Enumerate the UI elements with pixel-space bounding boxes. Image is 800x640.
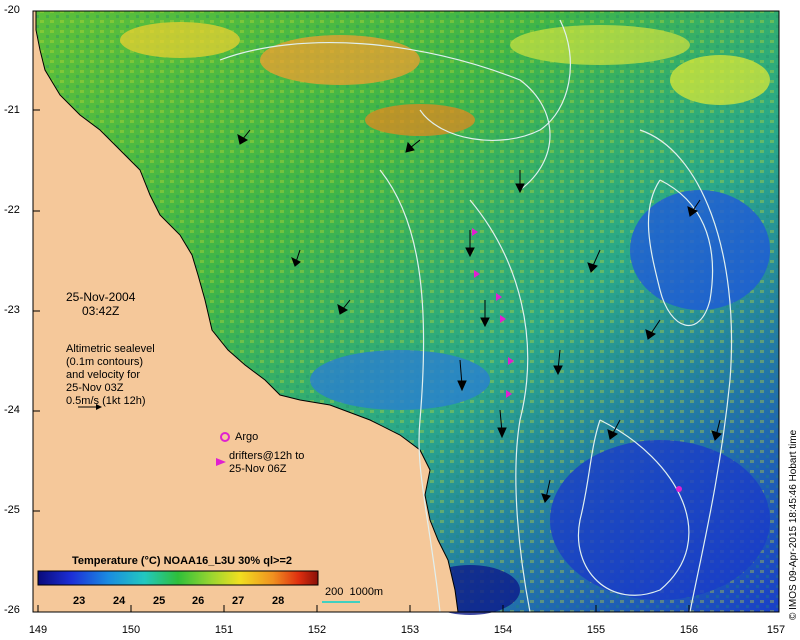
- lat-tick: -20: [4, 4, 20, 16]
- lat-tick: -25: [4, 504, 20, 516]
- colorbar-tick: 26: [192, 595, 205, 607]
- lon-tick: 155: [586, 624, 606, 636]
- map-date: 25-Nov-2004: [66, 290, 136, 304]
- lat-tick: -23: [4, 304, 20, 316]
- credit-text: © IMOS 09-Apr-2015 18:45:46 Hobart time: [788, 429, 799, 620]
- lon-tick: 156: [679, 624, 699, 636]
- altimetry-line: 25-Nov 03Z: [66, 382, 124, 394]
- colorbar-tick: 24: [113, 595, 126, 607]
- altimetry-line: 0.5m/s (1kt 12h): [66, 395, 146, 407]
- lon-tick: 149: [28, 624, 48, 636]
- lat-tick: -26: [4, 604, 20, 616]
- lon-tick: 154: [493, 624, 513, 636]
- depth-legend-label: 200 1000m: [325, 586, 384, 598]
- altimetry-line: (0.1m contours): [66, 356, 144, 368]
- argo-label: Argo: [235, 431, 259, 443]
- colorbar: [37, 570, 319, 586]
- colorbar-tick: 27: [232, 595, 245, 607]
- colorbar-title: Temperature (°C) NOAA16_L3U 30% ql>=2: [72, 555, 292, 567]
- lon-tick: 150: [121, 624, 141, 636]
- colorbar-tick: 23: [73, 595, 86, 607]
- lat-tick: -22: [4, 204, 20, 216]
- colorbar-tick: 25: [153, 595, 166, 607]
- colorbar-tick: 28: [272, 595, 285, 607]
- lat-tick: -21: [4, 104, 20, 116]
- altimetry-line: and velocity for: [66, 369, 140, 381]
- drifter-line: 25-Nov 06Z: [229, 463, 287, 475]
- lat-tick: -24: [4, 404, 20, 416]
- drifter-line: drifters@12h to: [229, 450, 305, 462]
- map-time: 03:42Z: [82, 304, 120, 318]
- altimetry-line: Altimetric sealevel: [66, 343, 155, 355]
- lon-tick: 157: [766, 624, 786, 636]
- lon-tick: 153: [400, 624, 420, 636]
- sst-map: [32, 10, 780, 615]
- lon-tick: 152: [307, 624, 327, 636]
- lon-tick: 151: [214, 624, 234, 636]
